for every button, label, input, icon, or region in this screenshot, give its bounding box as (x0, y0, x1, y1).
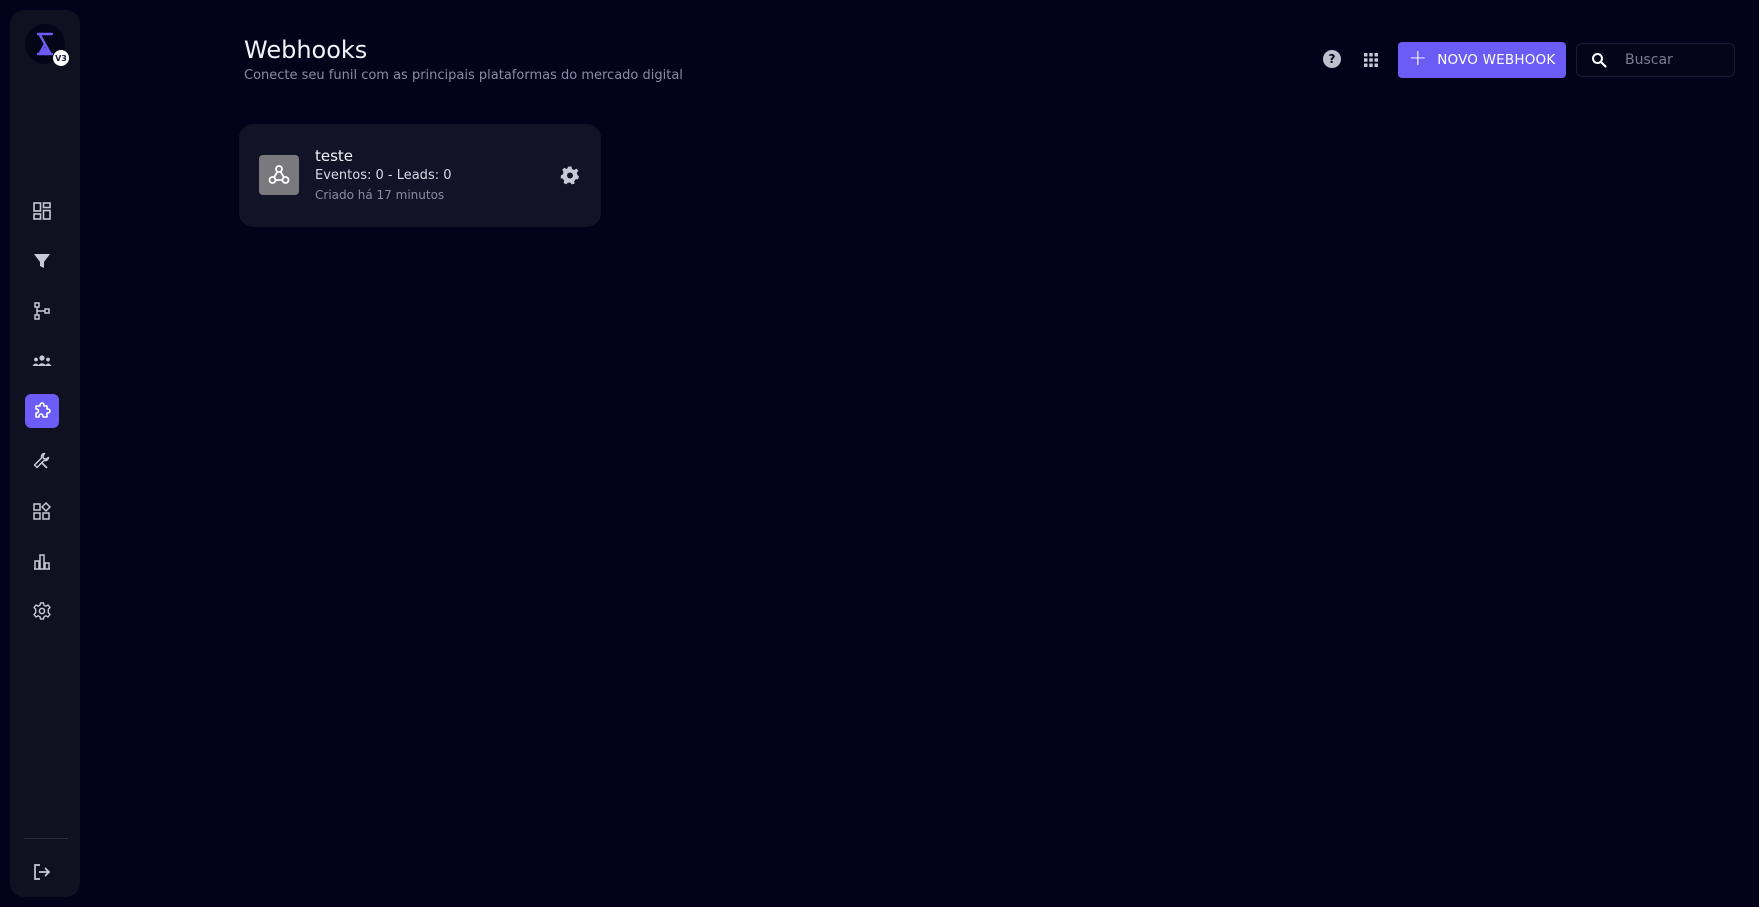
help-icon: ? (1328, 52, 1336, 66)
sidebar-item-integrations[interactable] (25, 394, 59, 428)
puzzle-icon (35, 402, 51, 418)
webhook-card[interactable]: teste Eventos: 0 - Leads: 0 Criado há 17… (239, 124, 601, 227)
people-icon (32, 355, 52, 366)
sidebar-item-leads[interactable] (25, 344, 59, 378)
sidebar-item-flows[interactable] (25, 294, 59, 328)
wrench-icon (33, 452, 50, 469)
new-webhook-label: NOVO WEBHOOK (1437, 52, 1556, 68)
webhook-avatar (259, 155, 299, 195)
sidebar-item-tools[interactable] (25, 444, 59, 478)
hourglass-logo-icon (36, 32, 54, 56)
webhook-icon (268, 165, 290, 184)
hierarchy-icon (34, 302, 50, 320)
apps-grid-button[interactable] (1364, 52, 1378, 67)
sidebar-item-funnels[interactable] (25, 244, 59, 278)
webhook-settings-button[interactable] (560, 165, 580, 185)
search-input[interactable] (1625, 52, 1725, 68)
page-subtitle: Conecte seu funil com as principais plat… (244, 68, 683, 83)
logout-button[interactable] (25, 855, 59, 889)
grid-icon (1364, 53, 1378, 67)
plus-icon: + (1408, 46, 1428, 71)
version-badge: V3 (53, 50, 69, 66)
gear-icon (33, 602, 51, 620)
bar-chart-icon (34, 554, 50, 570)
filter-icon (34, 254, 50, 268)
dashboard-icon (33, 202, 51, 220)
sidebar: V3 (10, 10, 80, 897)
new-webhook-button[interactable]: + NOVO WEBHOOK (1398, 42, 1566, 78)
sidebar-item-settings[interactable] (25, 594, 59, 628)
widgets-icon (33, 501, 52, 520)
webhook-stats: Eventos: 0 - Leads: 0 (315, 168, 452, 183)
search-icon (1592, 53, 1607, 68)
logout-icon (34, 864, 51, 880)
help-button[interactable]: ? (1323, 50, 1341, 68)
webhook-name: teste (315, 147, 354, 165)
sidebar-item-dashboard[interactable] (25, 194, 59, 228)
webhook-created: Criado há 17 minutos (315, 188, 445, 202)
search-box (1576, 43, 1735, 77)
app-logo[interactable]: V3 (25, 24, 69, 66)
sidebar-item-apps[interactable] (25, 494, 59, 528)
sidebar-divider (24, 838, 68, 839)
page-title: Webhooks (244, 36, 368, 64)
sidebar-item-reports[interactable] (25, 544, 59, 578)
gear-icon (560, 166, 579, 185)
